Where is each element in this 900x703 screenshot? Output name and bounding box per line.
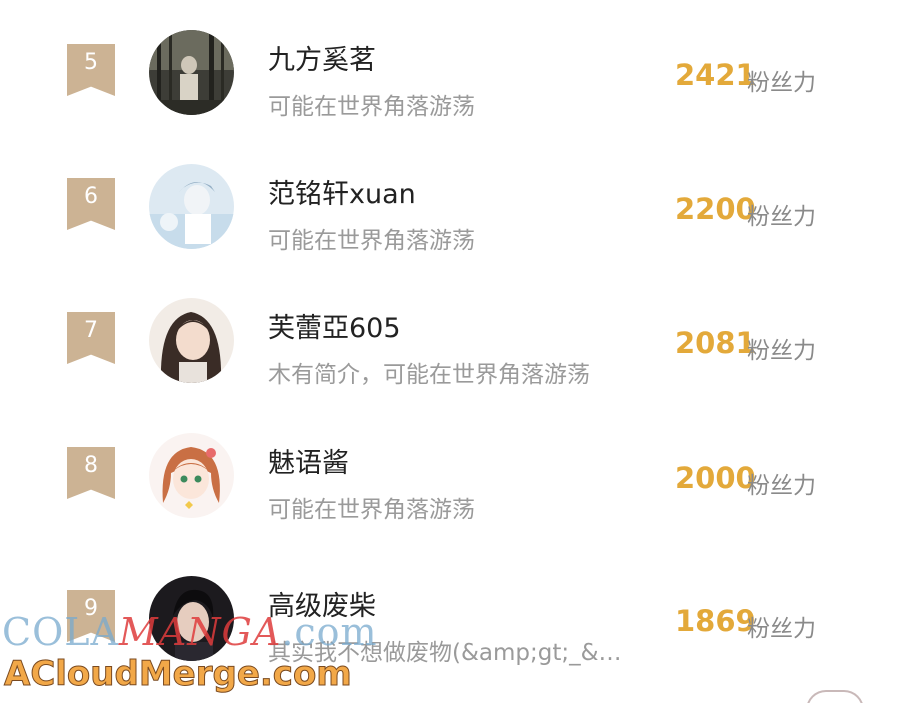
rank-number: 5: [84, 50, 98, 75]
user-bio: 可能在世界角落游荡: [268, 228, 475, 254]
fan-power-label: 粉丝力: [747, 70, 816, 96]
avatar[interactable]: [149, 433, 234, 518]
rank-ribbon-icon: 5: [67, 44, 115, 96]
username[interactable]: 魅语酱: [268, 441, 349, 480]
rank-ribbon-icon: 9: [67, 590, 115, 642]
avatar[interactable]: [149, 30, 234, 115]
fan-power-value: 2200: [675, 192, 756, 226]
dark-hair-man-avatar-icon: [149, 576, 234, 661]
fan-power-label: 粉丝力: [747, 204, 816, 230]
ranking-row[interactable]: 9 高级废柴 其实我不想做废物(&amp;gt;_&… 1869 粉丝力: [0, 576, 900, 696]
fan-power-label: 粉丝力: [747, 338, 816, 364]
dark-forest-portrait-avatar-icon: [149, 30, 234, 115]
rank-number: 9: [84, 596, 98, 621]
rank-ribbon-icon: 6: [67, 178, 115, 230]
rank-number: 8: [84, 453, 98, 478]
avatar[interactable]: [149, 576, 234, 661]
rank-number: 7: [84, 318, 98, 343]
username[interactable]: 高级废柴: [268, 584, 376, 623]
user-bio: 可能在世界角落游荡: [268, 497, 475, 523]
girl-selfie-avatar-icon: [149, 298, 234, 383]
avatar[interactable]: [149, 164, 234, 249]
avatar[interactable]: [149, 298, 234, 383]
fan-power-value: 1869: [675, 604, 756, 638]
rank-ribbon-icon: 8: [67, 447, 115, 499]
rank-number: 6: [84, 184, 98, 209]
pale-blue-anime-avatar-icon: [149, 164, 234, 249]
rank-ribbon-icon: 7: [67, 312, 115, 364]
user-bio: 木有简介，可能在世界角落游荡: [268, 362, 590, 388]
fan-power-label: 粉丝力: [747, 616, 816, 642]
fan-power-label: 粉丝力: [747, 473, 816, 499]
user-bio: 其实我不想做废物(&amp;gt;_&…: [268, 640, 622, 666]
username[interactable]: 九方奚茗: [268, 38, 376, 77]
ranking-row[interactable]: 6 范铭轩xuan 可能在世界角落游荡 2200 粉丝力: [0, 164, 900, 284]
ranking-row[interactable]: 8 魅语酱 可能在世界角落游荡 2000 粉丝力: [0, 433, 900, 553]
fan-power-value: 2421: [675, 58, 756, 92]
user-bio: 可能在世界角落游荡: [268, 94, 475, 120]
username[interactable]: 范铭轩xuan: [268, 172, 416, 211]
ranking-row[interactable]: 7 芙蕾亞605 木有简介，可能在世界角落游荡 2081 粉丝力: [0, 298, 900, 418]
fan-power-value: 2081: [675, 326, 756, 360]
ranking-row[interactable]: 5 九方奚茗 可能在世界角落游荡 2421 粉丝力: [0, 30, 900, 150]
anime-girl-brown-hair-avatar-icon: [149, 433, 234, 518]
fan-ranking-list: 5 九方奚茗 可能在世界角落游荡 2421 粉丝力 6 范铭轩xuan 可能在世…: [0, 0, 900, 703]
fan-power-value: 2000: [675, 461, 756, 495]
username[interactable]: 芙蕾亞605: [268, 306, 401, 345]
